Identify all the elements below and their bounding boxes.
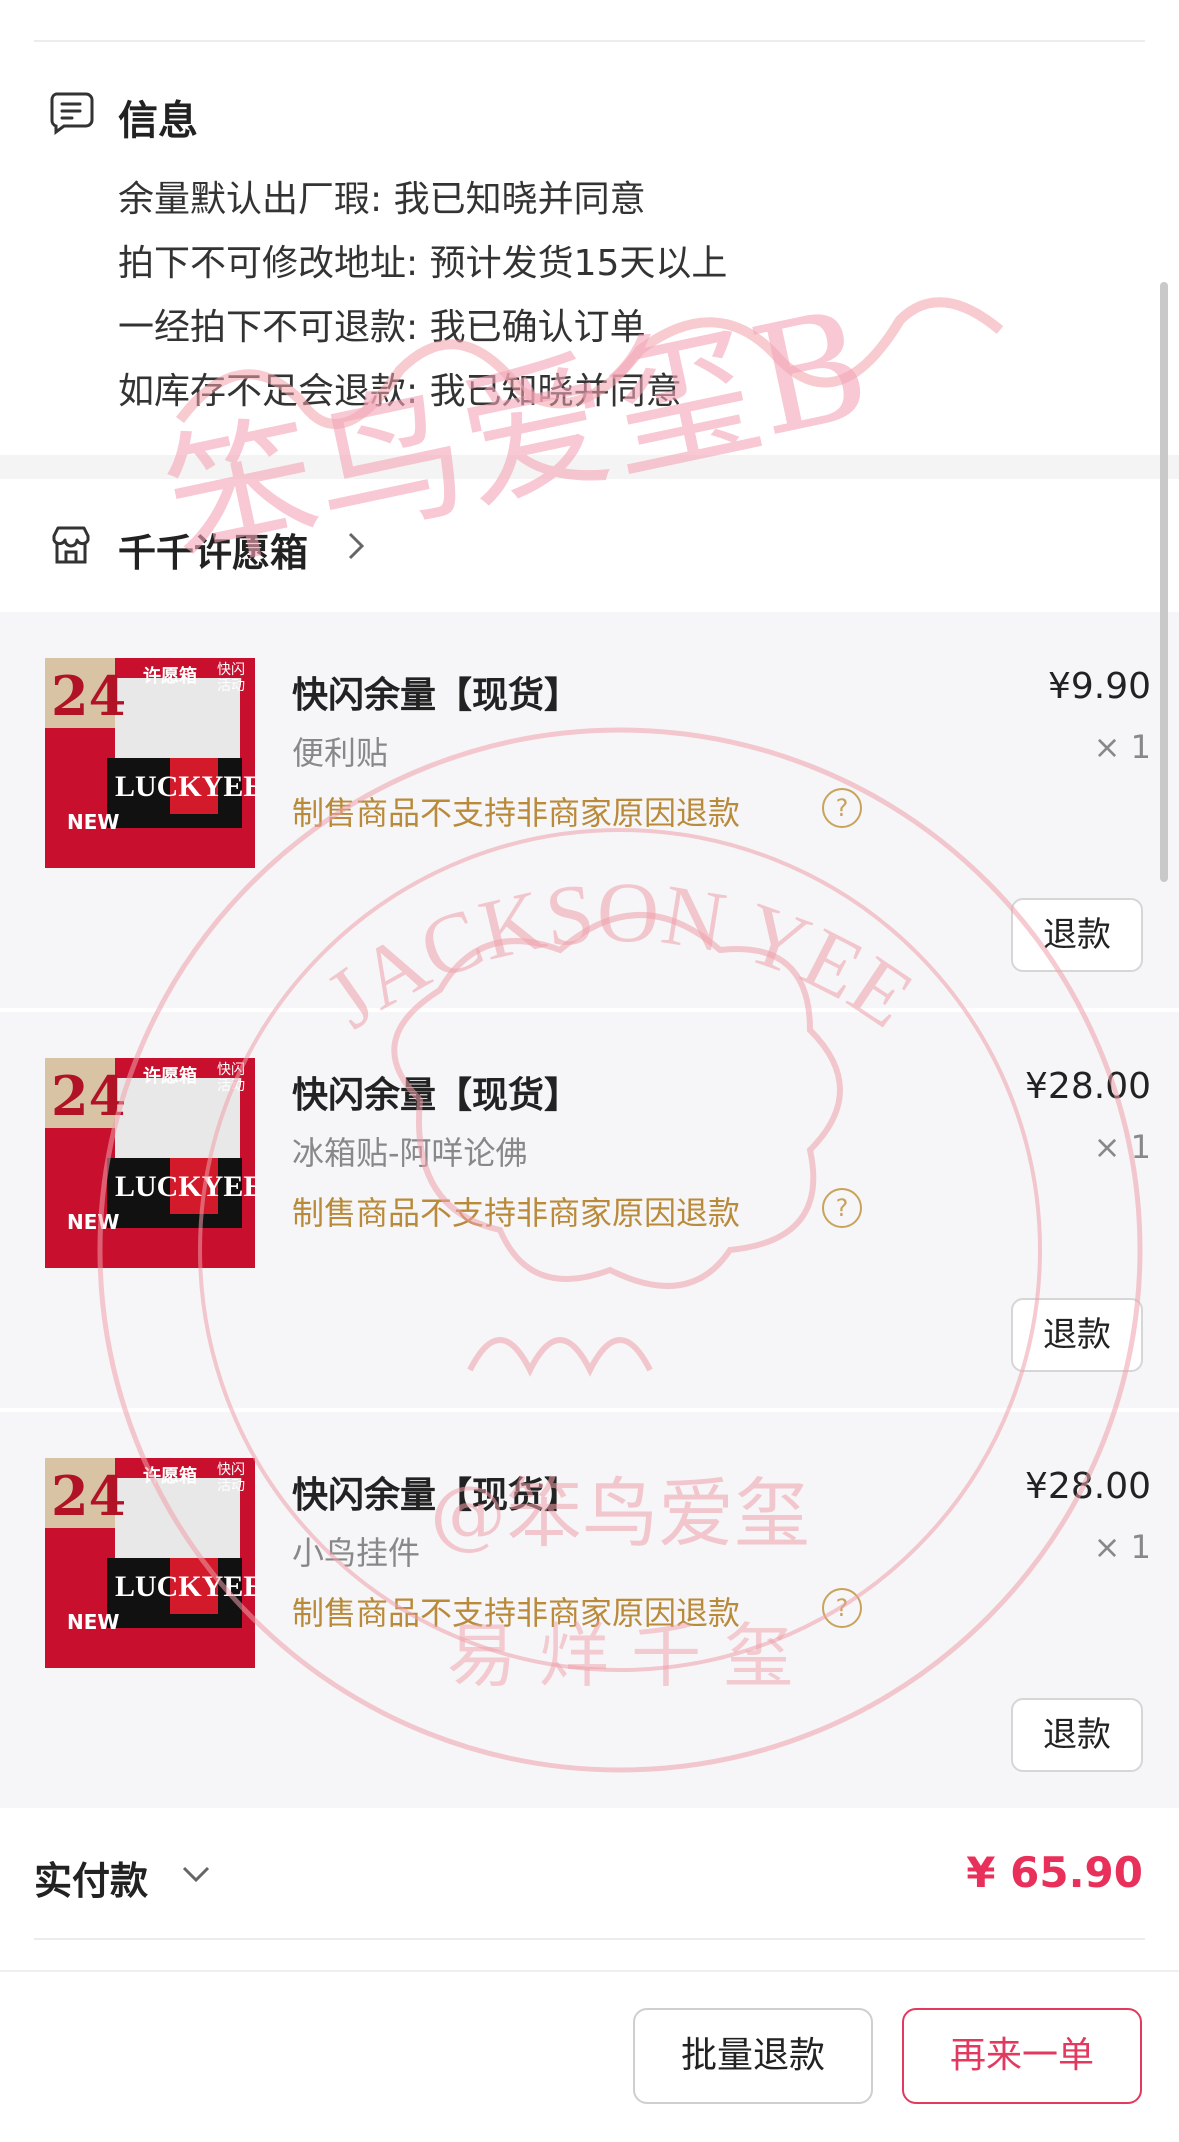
thumb-badge: NEW (67, 810, 120, 834)
section-separator (0, 455, 1179, 479)
store-name[interactable]: 千千许愿箱 (118, 522, 308, 577)
store-icon[interactable] (48, 522, 94, 568)
info-line: 一经拍下不可退款: 我已确认订单 (118, 307, 646, 348)
product-price: ¥28.00 (1025, 1466, 1151, 1507)
message-icon (50, 92, 94, 135)
product-title: 快闪余量【现货】 (292, 1475, 581, 1516)
payment-amount: ¥ 65.90 (966, 1848, 1143, 1897)
refund-button[interactable]: 退款 (1011, 1298, 1143, 1372)
chevron-down-icon[interactable] (178, 1858, 214, 1890)
help-icon[interactable]: ? (822, 1588, 862, 1628)
help-icon[interactable]: ? (822, 1188, 862, 1228)
product-spec: 冰箱贴-阿咩论佛 (292, 1134, 528, 1172)
info-line: 拍下不可修改地址: 预计发货15天以上 (118, 243, 728, 284)
thumb-number: 24 (51, 1064, 127, 1128)
thumb-tag: 许愿箱 (143, 666, 197, 687)
refund-policy-note: 制售商品不支持非商家原因退款 (292, 1594, 741, 1632)
product-quantity: × 1 (1093, 1528, 1151, 1566)
product-price: ¥28.00 (1025, 1066, 1151, 1107)
chevron-right-icon[interactable] (340, 526, 370, 566)
thumb-badge: NEW (67, 1210, 120, 1234)
product-thumbnail[interactable]: 24 许愿箱 快闪活动 LUCKYEE NEW (45, 1458, 255, 1668)
reorder-button[interactable]: 再来一单 (902, 2008, 1142, 2104)
thumb-brand: LUCKYEE (115, 770, 255, 803)
help-icon[interactable]: ? (822, 788, 862, 828)
thumb-number: 24 (51, 1464, 127, 1528)
product-thumbnail[interactable]: 24 许愿箱 快闪活动 LUCKYEE NEW (45, 658, 255, 868)
thumb-badge: NEW (67, 1610, 120, 1634)
thumb-event: 快闪活动 (217, 662, 245, 694)
top-divider (34, 40, 1145, 42)
thumb-tag: 许愿箱 (143, 1066, 197, 1087)
product-row[interactable]: 24 许愿箱 快闪活动 LUCKYEE NEW 快闪余量【现货】 便利贴 制售商… (0, 612, 1179, 1008)
bottom-divider (34, 1938, 1145, 1940)
thumb-event: 快闪活动 (217, 1462, 245, 1494)
thumb-event: 快闪活动 (217, 1062, 245, 1094)
product-row[interactable]: 24 许愿箱 快闪活动 LUCKYEE NEW 快闪余量【现货】 小鸟挂件 制售… (0, 1412, 1179, 1808)
refund-policy-note: 制售商品不支持非商家原因退款 (292, 1194, 741, 1232)
product-thumbnail[interactable]: 24 许愿箱 快闪活动 LUCKYEE NEW (45, 1058, 255, 1268)
thumb-brand: LUCKYEE (115, 1170, 255, 1203)
action-bar: 批量退款 再来一单 (0, 1970, 1179, 2142)
product-row[interactable]: 24 许愿箱 快闪活动 LUCKYEE NEW 快闪余量【现货】 冰箱贴-阿咩论… (0, 1012, 1179, 1408)
info-title: 信息 (118, 98, 198, 144)
payment-label[interactable]: 实付款 (34, 1850, 148, 1905)
scrollbar[interactable] (1160, 282, 1168, 882)
refund-button[interactable]: 退款 (1011, 898, 1143, 972)
product-title: 快闪余量【现货】 (292, 1075, 581, 1116)
refund-button[interactable]: 退款 (1011, 1698, 1143, 1772)
thumb-brand: LUCKYEE (115, 1570, 255, 1603)
product-quantity: × 1 (1093, 1128, 1151, 1166)
product-title: 快闪余量【现货】 (292, 675, 581, 716)
product-quantity: × 1 (1093, 728, 1151, 766)
info-line: 如库存不足会退款: 我已知晓并同意 (118, 371, 682, 412)
info-line: 余量默认出厂瑕: 我已知晓并同意 (118, 179, 646, 220)
product-price: ¥9.90 (1047, 666, 1151, 707)
thumb-number: 24 (51, 664, 127, 728)
batch-refund-button[interactable]: 批量退款 (633, 2008, 873, 2104)
refund-policy-note: 制售商品不支持非商家原因退款 (292, 794, 741, 832)
product-spec: 便利贴 (292, 734, 389, 772)
thumb-tag: 许愿箱 (143, 1466, 197, 1487)
product-spec: 小鸟挂件 (292, 1534, 421, 1572)
